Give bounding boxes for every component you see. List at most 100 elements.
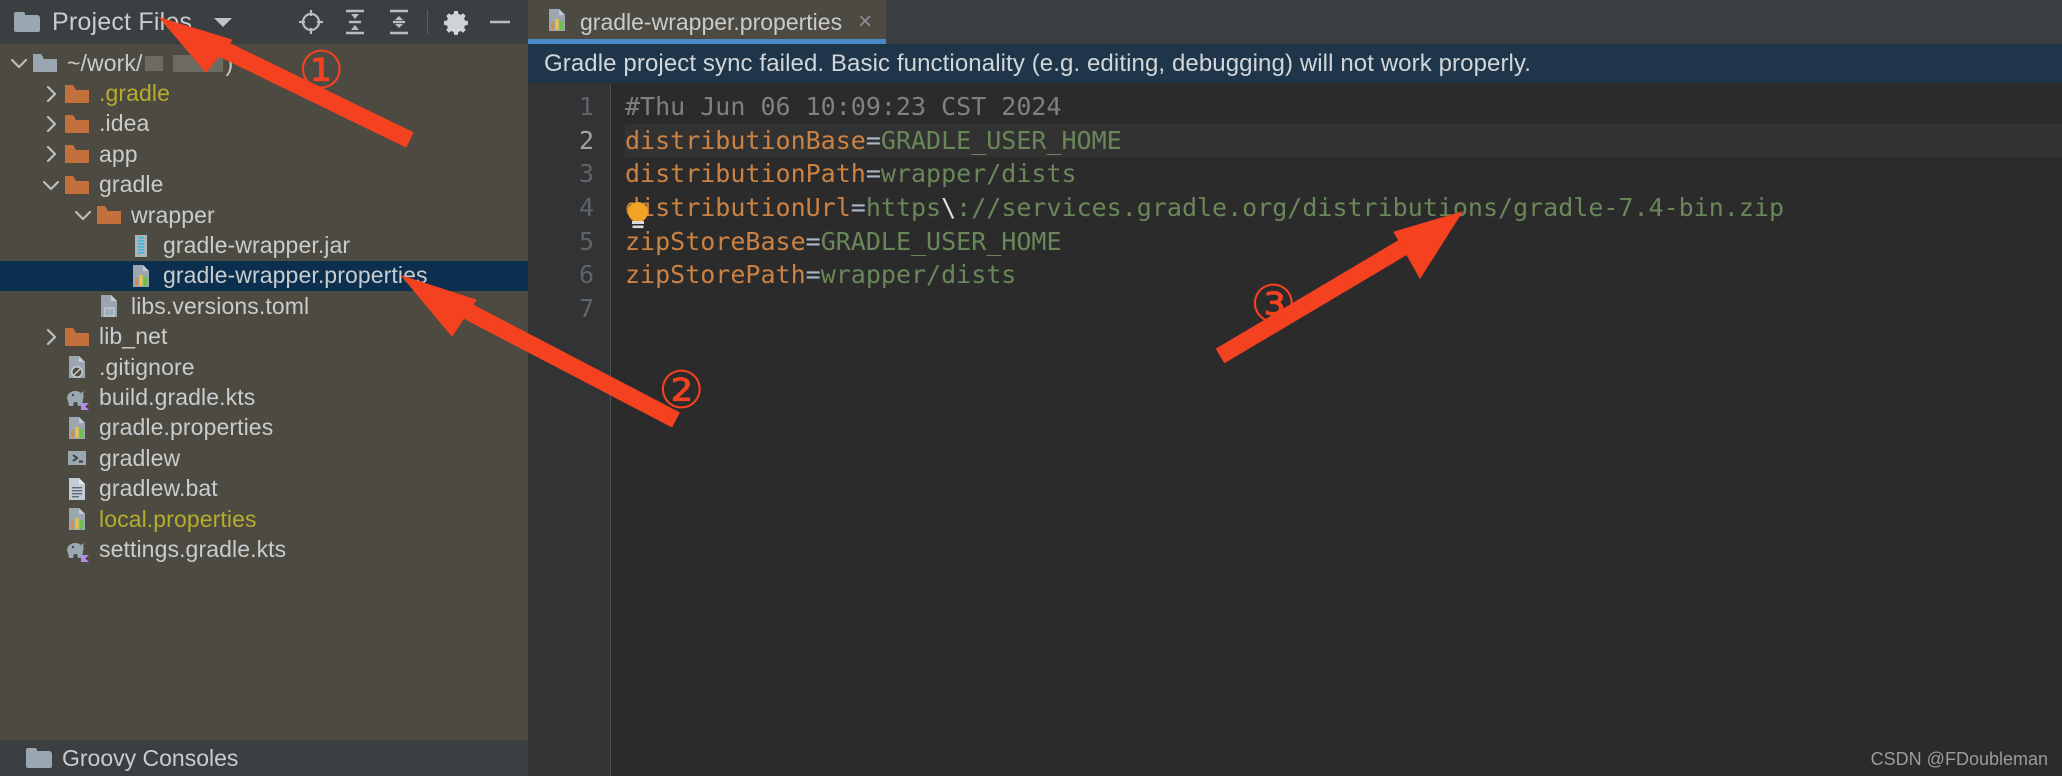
tree-row[interactable]: lib_net [0, 322, 528, 352]
tree-row[interactable]: local.properties [0, 504, 528, 534]
property-key: distributionBase [625, 125, 866, 155]
sync-failed-notification: Gradle project sync failed. Basic functi… [528, 44, 2062, 84]
editor-tab-strip: gradle-wrapper.properties × [528, 0, 2062, 44]
code-comment: #Thu Jun 06 10:09:23 CST 2024 [625, 92, 1062, 122]
tree-row[interactable]: settings.gradle.kts [0, 534, 528, 564]
chevron-right-icon[interactable] [38, 81, 64, 107]
groovy-consoles-node[interactable]: Groovy Consoles [0, 740, 528, 776]
tree-row-label: .gitignore [99, 353, 195, 380]
line-number: 5 [578, 226, 594, 256]
editor-area: gradle-wrapper.properties × Gradle proje… [528, 0, 2062, 776]
watermark: CSDN @FDoubleman [1870, 749, 2048, 769]
property-key: distributionPath [625, 159, 866, 189]
lightbulb-icon[interactable] [624, 200, 652, 234]
groovy-consoles-label: Groovy Consoles [62, 744, 239, 771]
chevron-down-icon[interactable] [38, 172, 64, 198]
tree-row[interactable]: .gitignore [0, 352, 528, 382]
expand-all-icon[interactable] [333, 0, 377, 44]
line-number: 1 [578, 92, 594, 122]
line-number: 2 [578, 125, 594, 155]
tree-row-label: local.properties [99, 505, 257, 532]
locate-icon[interactable] [289, 0, 333, 44]
code-line[interactable]: zipStoreBase = GRADLE_USER_HOME [625, 224, 2062, 258]
chevron-right-icon[interactable] [38, 324, 64, 350]
project-files-panel: Project Files ~/work/) .gradle .idea ap… [0, 0, 528, 776]
chevron-right-icon[interactable] [38, 141, 64, 167]
line-number-gutter: 12 3 45 67 [528, 84, 610, 776]
tree-row-label: gradle-wrapper.jar [163, 232, 351, 259]
gear-icon[interactable] [434, 0, 478, 44]
chevron-down-icon[interactable] [6, 50, 32, 76]
code-view[interactable]: 1234567 #Thu Jun 06 10:09:23 CST 2024 dis… [528, 84, 2062, 776]
tree-row-label: .idea [99, 110, 150, 137]
tree-row-label: wrapper [131, 201, 215, 228]
line-number: 6 [578, 260, 594, 290]
tree-row-label: settings.gradle.kts [99, 535, 287, 562]
tree-row[interactable]: .gradle [0, 78, 528, 108]
tab-gradle-wrapper-properties[interactable]: gradle-wrapper.properties × [528, 0, 887, 44]
property-key: zipStorePath [625, 260, 806, 290]
tree-row[interactable]: build.gradle.kts [0, 382, 528, 412]
code-line[interactable]: zipStorePath = wrapper/dists [625, 258, 2062, 292]
tree-row[interactable]: gradle-wrapper.jar [0, 230, 528, 260]
tree-row[interactable]: Tlibs.versions.toml [0, 291, 528, 321]
folder-icon [14, 12, 40, 32]
folder-orange-icon [96, 202, 122, 228]
equals-sign: = [805, 226, 821, 256]
code-lines[interactable]: #Thu Jun 06 10:09:23 CST 2024 distributio… [611, 84, 2062, 776]
redacted-path-block [145, 55, 164, 71]
minimize-icon[interactable] [478, 0, 522, 44]
properties-file-icon [544, 7, 570, 38]
tree-row-label: .gradle [99, 80, 171, 107]
tree-row-label: gradle.properties [99, 414, 274, 441]
property-value: GRADLE_USER_HOME [820, 226, 1062, 256]
chevron-down-icon[interactable] [70, 202, 96, 228]
properties-file-icon [64, 506, 90, 532]
property-key: distributionUrl [625, 193, 851, 223]
tree-row-label: ~/work/ [67, 49, 143, 76]
project-panel-header: Project Files [0, 0, 528, 44]
folder-orange-icon [64, 141, 90, 167]
line-number: 3 [578, 159, 594, 189]
tree-row[interactable]: gradle [0, 170, 528, 200]
line-number: 7 [578, 293, 594, 323]
chevron-down-icon[interactable] [214, 17, 233, 27]
tree-row-label: gradle-wrapper.properties [163, 262, 428, 289]
tree-row[interactable]: .idea [0, 109, 528, 139]
collapse-all-icon[interactable] [377, 0, 421, 44]
project-panel-toolbar [289, 0, 522, 44]
code-line[interactable]: distributionBase = GRADLE_USER_HOME [625, 123, 2062, 158]
tree-row[interactable]: gradle-wrapper.properties [0, 260, 528, 292]
folder-icon [26, 748, 52, 768]
code-line[interactable]: distributionPath = wrapper/dists [625, 157, 2062, 191]
folder-orange-icon [64, 172, 90, 198]
chevron-right-icon[interactable] [38, 111, 64, 137]
code-line[interactable]: #Thu Jun 06 10:09:23 CST 2024 [625, 90, 2062, 124]
notification-text: Gradle project sync failed. Basic functi… [544, 49, 1532, 77]
tree-row[interactable]: gradlew [0, 443, 528, 473]
tree-row[interactable]: wrapper [0, 200, 528, 230]
close-icon[interactable]: × [858, 10, 872, 34]
ide-window: Project Files ~/work/) .gradle .idea ap… [0, 0, 2062, 776]
toolbar-divider [427, 10, 428, 34]
properties-file-icon [64, 415, 90, 441]
escape-char: \ [941, 193, 957, 223]
project-file-tree[interactable]: ~/work/) .gradle .idea app gradle wrapper grad… [0, 44, 528, 740]
tree-row[interactable]: app [0, 139, 528, 169]
tree-row-label: app [99, 140, 138, 167]
project-panel-title: Project Files [52, 7, 193, 36]
tree-row[interactable]: ~/work/) [0, 48, 528, 78]
tree-row[interactable]: gradle.properties [0, 413, 528, 443]
tree-row[interactable]: gradlew.bat [0, 473, 528, 503]
code-line[interactable] [625, 292, 2062, 326]
code-line[interactable]: distributionUrl = https \://services.gradle… [625, 191, 2062, 225]
